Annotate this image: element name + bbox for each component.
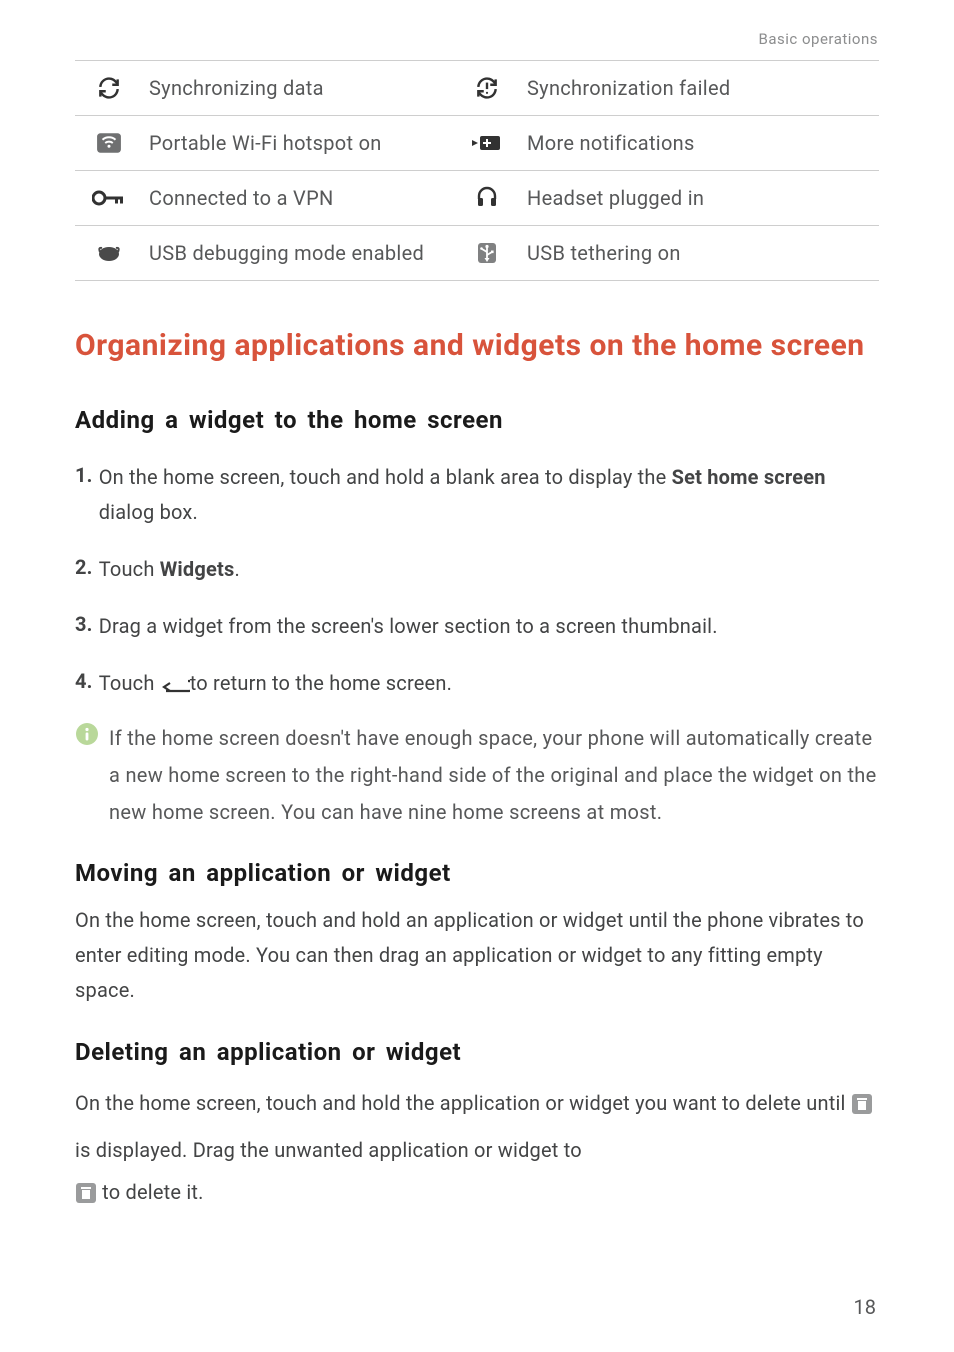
text: On the home screen, touch and hold a bla… bbox=[99, 465, 672, 489]
text: to return to the home screen. bbox=[190, 671, 452, 695]
trash-icon bbox=[75, 1176, 97, 1218]
text: Touch bbox=[99, 557, 160, 581]
step-number: 4. bbox=[75, 666, 93, 706]
step-1: 1. On the home screen, touch and hold a … bbox=[75, 460, 879, 530]
cell-label: Headset plugged in bbox=[521, 171, 879, 226]
text: to delete it. bbox=[97, 1180, 204, 1204]
table-row: Synchronizing data Synchronization faile… bbox=[75, 61, 879, 116]
info-icon bbox=[75, 722, 99, 753]
sync-icon bbox=[75, 61, 143, 116]
cell-label: Connected to a VPN bbox=[143, 171, 453, 226]
table-row: Portable Wi-Fi hotspot on More notificat… bbox=[75, 116, 879, 171]
text: is displayed. Drag the unwanted applicat… bbox=[75, 1138, 582, 1162]
section-heading-moving: Moving an application or widget bbox=[75, 855, 879, 891]
section-heading-adding: Adding a widget to the home screen bbox=[75, 402, 879, 438]
trash-icon bbox=[851, 1087, 873, 1129]
paragraph: On the home screen, touch and hold an ap… bbox=[75, 903, 879, 1008]
page-number: 18 bbox=[854, 1292, 876, 1322]
step-4: 4. Touch to return to the home screen. bbox=[75, 666, 879, 706]
cell-label: Synchronizing data bbox=[143, 61, 453, 116]
vpn-icon bbox=[75, 171, 143, 226]
text: dialog box. bbox=[99, 500, 198, 524]
back-icon bbox=[160, 671, 190, 706]
step-text: Touch Widgets. bbox=[99, 552, 240, 587]
usb-tethering-icon bbox=[453, 226, 521, 281]
table-row: USB debugging mode enabled USB tethering… bbox=[75, 226, 879, 281]
section-heading-deleting: Deleting an application or widget bbox=[75, 1034, 879, 1070]
step-2: 2. Touch Widgets. bbox=[75, 552, 879, 587]
text: . bbox=[234, 557, 239, 581]
step-number: 1. bbox=[75, 460, 93, 530]
info-text: If the home screen doesn't have enough s… bbox=[109, 720, 879, 831]
cell-label: USB debugging mode enabled bbox=[143, 226, 453, 281]
more-notifications-icon bbox=[453, 116, 521, 171]
status-icons-table: Synchronizing data Synchronization faile… bbox=[75, 60, 879, 281]
page-title: Organizing applications and widgets on t… bbox=[75, 317, 879, 374]
text: delete until bbox=[745, 1091, 850, 1115]
cell-label: Synchronization failed bbox=[521, 61, 879, 116]
step-text: Drag a widget from the screen's lower se… bbox=[99, 609, 718, 644]
usb-debugging-icon bbox=[75, 226, 143, 281]
cell-label: More notifications bbox=[521, 116, 879, 171]
bold-text: Set home screen bbox=[672, 465, 826, 489]
info-callout: If the home screen doesn't have enough s… bbox=[75, 720, 879, 831]
cell-label: Portable Wi-Fi hotspot on bbox=[143, 116, 453, 171]
cell-label: USB tethering on bbox=[521, 226, 879, 281]
paragraph: On the home screen, touch and hold the a… bbox=[75, 1082, 879, 1218]
step-text: On the home screen, touch and hold a bla… bbox=[99, 460, 879, 530]
step-number: 3. bbox=[75, 609, 93, 644]
step-number: 2. bbox=[75, 552, 93, 587]
headset-icon bbox=[453, 171, 521, 226]
bold-text: Widgets bbox=[160, 557, 235, 581]
text: On the home screen, touch and hold the a… bbox=[75, 1091, 745, 1115]
step-3: 3. Drag a widget from the screen's lower… bbox=[75, 609, 879, 644]
sync-failed-icon bbox=[453, 61, 521, 116]
text: Touch bbox=[99, 671, 160, 695]
step-text: Touch to return to the home screen. bbox=[99, 666, 452, 706]
table-row: Connected to a VPN Headset plugged in bbox=[75, 171, 879, 226]
page-header-section: Basic operations bbox=[759, 28, 878, 51]
wifi-hotspot-icon bbox=[75, 116, 143, 171]
